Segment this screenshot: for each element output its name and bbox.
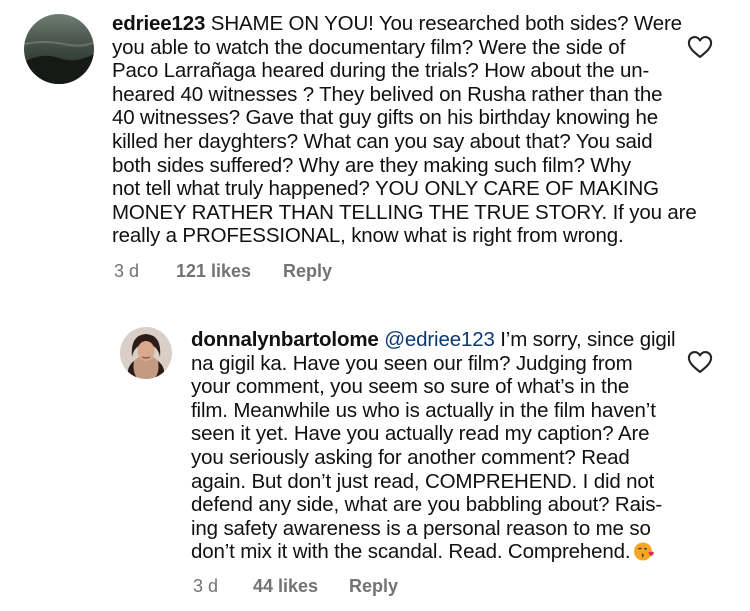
comment-line: don’t mix it with the scandal. Read. Com… (191, 540, 631, 564)
likes-count[interactable]: 121 likes (176, 261, 251, 282)
comment-line: heared 40 witnesses ? They belived on Ru… (112, 82, 663, 106)
comment-line: defend any side, what are you babbling a… (191, 493, 663, 517)
comment-line: Paco Larrañaga heared during the trials?… (112, 59, 650, 83)
comment-timestamp[interactable]: 3 d (114, 261, 139, 282)
comment-last-line: don’t mix it with the scandal. Read. Com… (191, 540, 675, 564)
comment-line: ing safety awareness is a personal reaso… (191, 516, 651, 540)
comment-line: SHAME ON YOU! You researched both sides?… (205, 12, 682, 35)
comment-timestamp[interactable]: 3 d (193, 576, 218, 597)
reply-button[interactable]: Reply (349, 576, 398, 597)
comment-meta: 3 d 121 likes Reply (0, 261, 750, 285)
likes-count[interactable]: 44 likes (253, 576, 318, 597)
reply-button[interactable]: Reply (283, 261, 332, 282)
comment-line: 40 witnesses? Gave that guy gifts on his… (112, 106, 658, 130)
comment-line: film. Meanwhile us who is actually in th… (191, 398, 656, 422)
comment-line: na gigil ka. Have you seen our film? Jud… (191, 351, 633, 375)
comment-line: seen it yet. Have you actually read my c… (191, 422, 650, 446)
mention-link[interactable]: @edriee123 (384, 328, 495, 351)
comment-meta: 3 d 44 likes Reply (0, 576, 750, 600)
heart-outline-icon[interactable] (685, 348, 715, 376)
avatar[interactable] (120, 327, 172, 379)
comment-line: both sides suffered? Why are they making… (112, 153, 631, 177)
comment-line: killed her dayghters? What can you say a… (112, 129, 653, 153)
comment-line: I’m sorry, since gigil (494, 328, 676, 351)
comment-line: you able to watch the documentary film? … (112, 35, 626, 59)
avatar-landscape-icon (24, 14, 94, 84)
comment-line: really a PROFESSIONAL, know what is righ… (112, 224, 624, 248)
comment-line: you seriously asking for another comment… (191, 445, 630, 469)
comment-line: not tell what truly happened? YOU ONLY C… (112, 177, 659, 201)
comment-line: again. But don’t just read, COMPREHEND. … (191, 469, 655, 493)
comment-line: your comment, you seem so sure of what’s… (191, 375, 630, 399)
avatar[interactable] (24, 14, 94, 84)
comment-first-line: edriee123 SHAME ON YOU! You researched b… (112, 12, 697, 36)
comment-line: MONEY RATHER THAN TELLING THE TRUE STORY… (112, 200, 697, 224)
heart-outline-icon[interactable] (685, 33, 715, 61)
comment-username[interactable]: donnalynbartolome (191, 328, 379, 351)
avatar-profile-icon (120, 327, 172, 379)
comment-username[interactable]: edriee123 (112, 12, 205, 35)
comment-text: edriee123 SHAME ON YOU! You researched b… (112, 12, 697, 248)
comment-first-line: donnalynbartolome @edriee123 I’m sorry, … (191, 328, 676, 352)
face-blowing-a-kiss-emoji (634, 542, 655, 561)
reply-comment-text: donnalynbartolome @edriee123 I’m sorry, … (191, 328, 676, 564)
